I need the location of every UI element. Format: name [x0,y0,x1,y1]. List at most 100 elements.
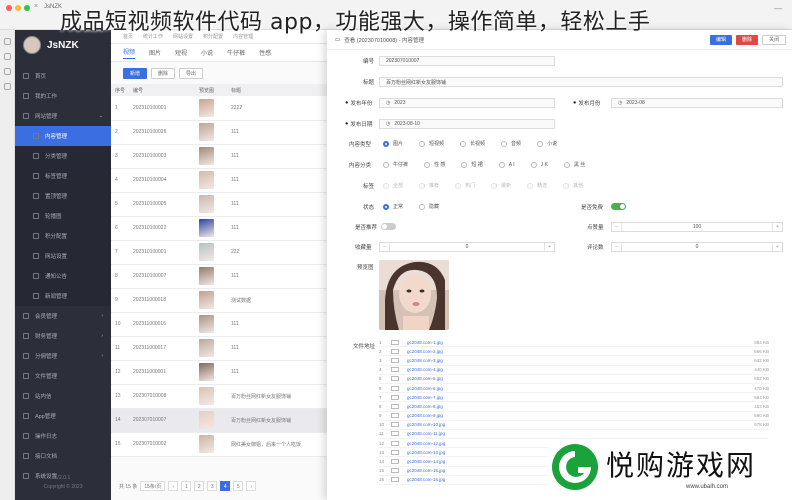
option-types[interactable]: 音频 [501,140,521,147]
row-thumbnail[interactable] [199,147,214,165]
tab-item[interactable]: 视频 [123,47,136,59]
table-row[interactable]: 7 202310100001 222 [111,240,327,265]
table-row[interactable]: 8 202310100007 111 [111,264,327,289]
table-row[interactable]: 9 202311000018 测试数据 [111,288,327,313]
add-button[interactable]: 新增 [123,67,148,79]
row-thumbnail[interactable] [199,339,214,357]
row-thumbnail[interactable] [199,315,214,333]
option-types[interactable]: 长视频 [460,140,485,147]
file-link[interactable]: gc2048.com-5.jpg [407,376,729,381]
sidebar-item[interactable]: 标签管理 [15,166,111,186]
row-thumbnail[interactable] [199,98,214,117]
row-thumbnail[interactable] [199,243,214,261]
minimize-dot-icon[interactable] [15,5,21,11]
sidebar-item[interactable]: 分佣管理 › [15,346,111,366]
strip-icon[interactable] [3,68,11,75]
row-thumbnail[interactable] [199,171,214,189]
sidebar-item[interactable]: 内容管理 [15,126,111,146]
decrement-button[interactable]: − [612,243,622,251]
recommend-toggle[interactable] [381,223,396,230]
option-tags[interactable]: 全部 [383,182,403,189]
sidebar-item[interactable]: 会员管理 › [15,306,111,326]
option-types[interactable]: 小说 [537,140,557,147]
delete-record-button[interactable]: 删除 [735,35,758,45]
option-tags[interactable]: 精选 [527,182,547,189]
month-field[interactable]: ◷ 2023-08 [611,98,783,108]
option-cats[interactable]: 牛仔裤 [383,161,408,168]
comments-stepper[interactable]: − 0 + [611,242,783,252]
increment-button[interactable]: + [544,243,554,251]
sidebar-item[interactable]: 网站管理 ⌄ [15,106,111,126]
option-cats[interactable]: 短 裙 [461,161,483,168]
table-row[interactable]: 5 202310100005 111 [111,192,327,217]
option-tags[interactable]: 推荐 [419,182,439,189]
option-types[interactable]: 图片 [383,140,403,147]
decrement-button[interactable]: − [380,243,390,251]
sidebar-item[interactable]: 分类管理 [15,146,111,166]
code-field[interactable]: 202307010007 [379,56,555,66]
strip-icon[interactable] [3,38,11,45]
increment-button[interactable]: + [772,223,782,231]
page-number[interactable]: 1 [181,481,192,491]
tab-item[interactable]: 图片 [149,48,161,57]
file-link[interactable]: gc2048.com-6.jpg [407,386,729,391]
sidebar-item[interactable]: 文件管理 [15,366,111,386]
table-row[interactable]: 10 202311000016 111 [111,312,327,337]
option-cats[interactable]: A I [498,161,515,168]
delete-button[interactable]: 删除 [151,67,176,79]
tab-item[interactable]: 性感 [259,48,271,57]
row-thumbnail[interactable] [199,363,214,381]
sidebar-item[interactable]: App管理 [15,406,111,426]
file-link[interactable]: gc2048.com-2.jpg [407,349,729,354]
row-thumbnail[interactable] [199,387,214,405]
maximize-dot-icon[interactable] [24,5,30,11]
title-field[interactable]: 百万粉丝网红新女友服饰铺 [379,77,783,87]
file-link[interactable]: gc2048.com-7.jpg [407,395,729,400]
next-page-icon[interactable]: › [246,481,257,491]
sidebar-item[interactable]: 接口文档 [15,446,111,466]
close-modal-button[interactable]: 关闭 [761,35,786,45]
option-status[interactable]: 正常 [383,203,403,210]
page-number[interactable]: 5 [233,481,244,491]
file-link[interactable]: gc2048.com-9.jpg [407,413,729,418]
edit-button[interactable]: 编辑 [709,35,732,45]
option-status[interactable]: 隐藏 [419,203,439,210]
file-link[interactable]: gc2048.com-8.jpg [407,404,729,409]
export-button[interactable]: 导出 [179,67,204,79]
prev-page-icon[interactable]: ‹ [168,481,179,491]
row-thumbnail[interactable] [199,195,214,213]
window-controls[interactable] [6,5,30,11]
sidebar-item[interactable]: 积分配置 [15,226,111,246]
file-link[interactable]: gc2048.com-11.jpg [407,431,729,436]
free-toggle[interactable] [611,203,626,210]
likes-stepper[interactable]: − 100 + [611,222,783,232]
table-row[interactable]: 13 202307010008 百万粉丝网红新女友服饰铺 [111,384,327,409]
page-number[interactable]: 4 [220,481,231,491]
tab-item[interactable]: 短视 [175,48,187,57]
sidebar-item[interactable]: 财务管理 › [15,326,111,346]
strip-icon[interactable] [3,83,11,90]
date-field[interactable]: ◷ 2023-08-10 [379,119,555,129]
file-link[interactable]: gc2048.com-10.jpg [407,422,729,427]
table-row[interactable]: 15 202307010002 网红美女御姐，后来一个人吃饭 [111,432,327,457]
row-thumbnail[interactable] [199,411,214,429]
table-row[interactable]: 4 202310100004 111 [111,168,327,193]
row-thumbnail[interactable] [199,219,214,237]
file-link[interactable]: gc2048.com-1.jpg [407,340,729,345]
strip-icon[interactable] [3,53,11,60]
option-tags[interactable]: 其他 [563,182,583,189]
sidebar-item[interactable]: 站内信 [15,386,111,406]
table-row[interactable]: 12 202311000001 111 [111,360,327,385]
increment-button[interactable]: + [772,243,782,251]
per-page-select[interactable]: 15条/页 [140,481,166,491]
favorites-stepper[interactable]: − 0 + [379,242,555,252]
sidebar-item[interactable]: 网站设置 [15,246,111,266]
sidebar-item[interactable]: 通知公告 [15,266,111,286]
window-menu-icon[interactable]: — [774,4,782,13]
option-tags[interactable]: 热门 [455,182,475,189]
option-cats[interactable]: J K [530,161,548,168]
preview-image[interactable] [379,260,449,330]
option-cats[interactable]: 性 感 [424,161,445,168]
table-row[interactable]: 1 202310100001 2222 [111,96,327,121]
decrement-button[interactable]: − [612,223,622,231]
